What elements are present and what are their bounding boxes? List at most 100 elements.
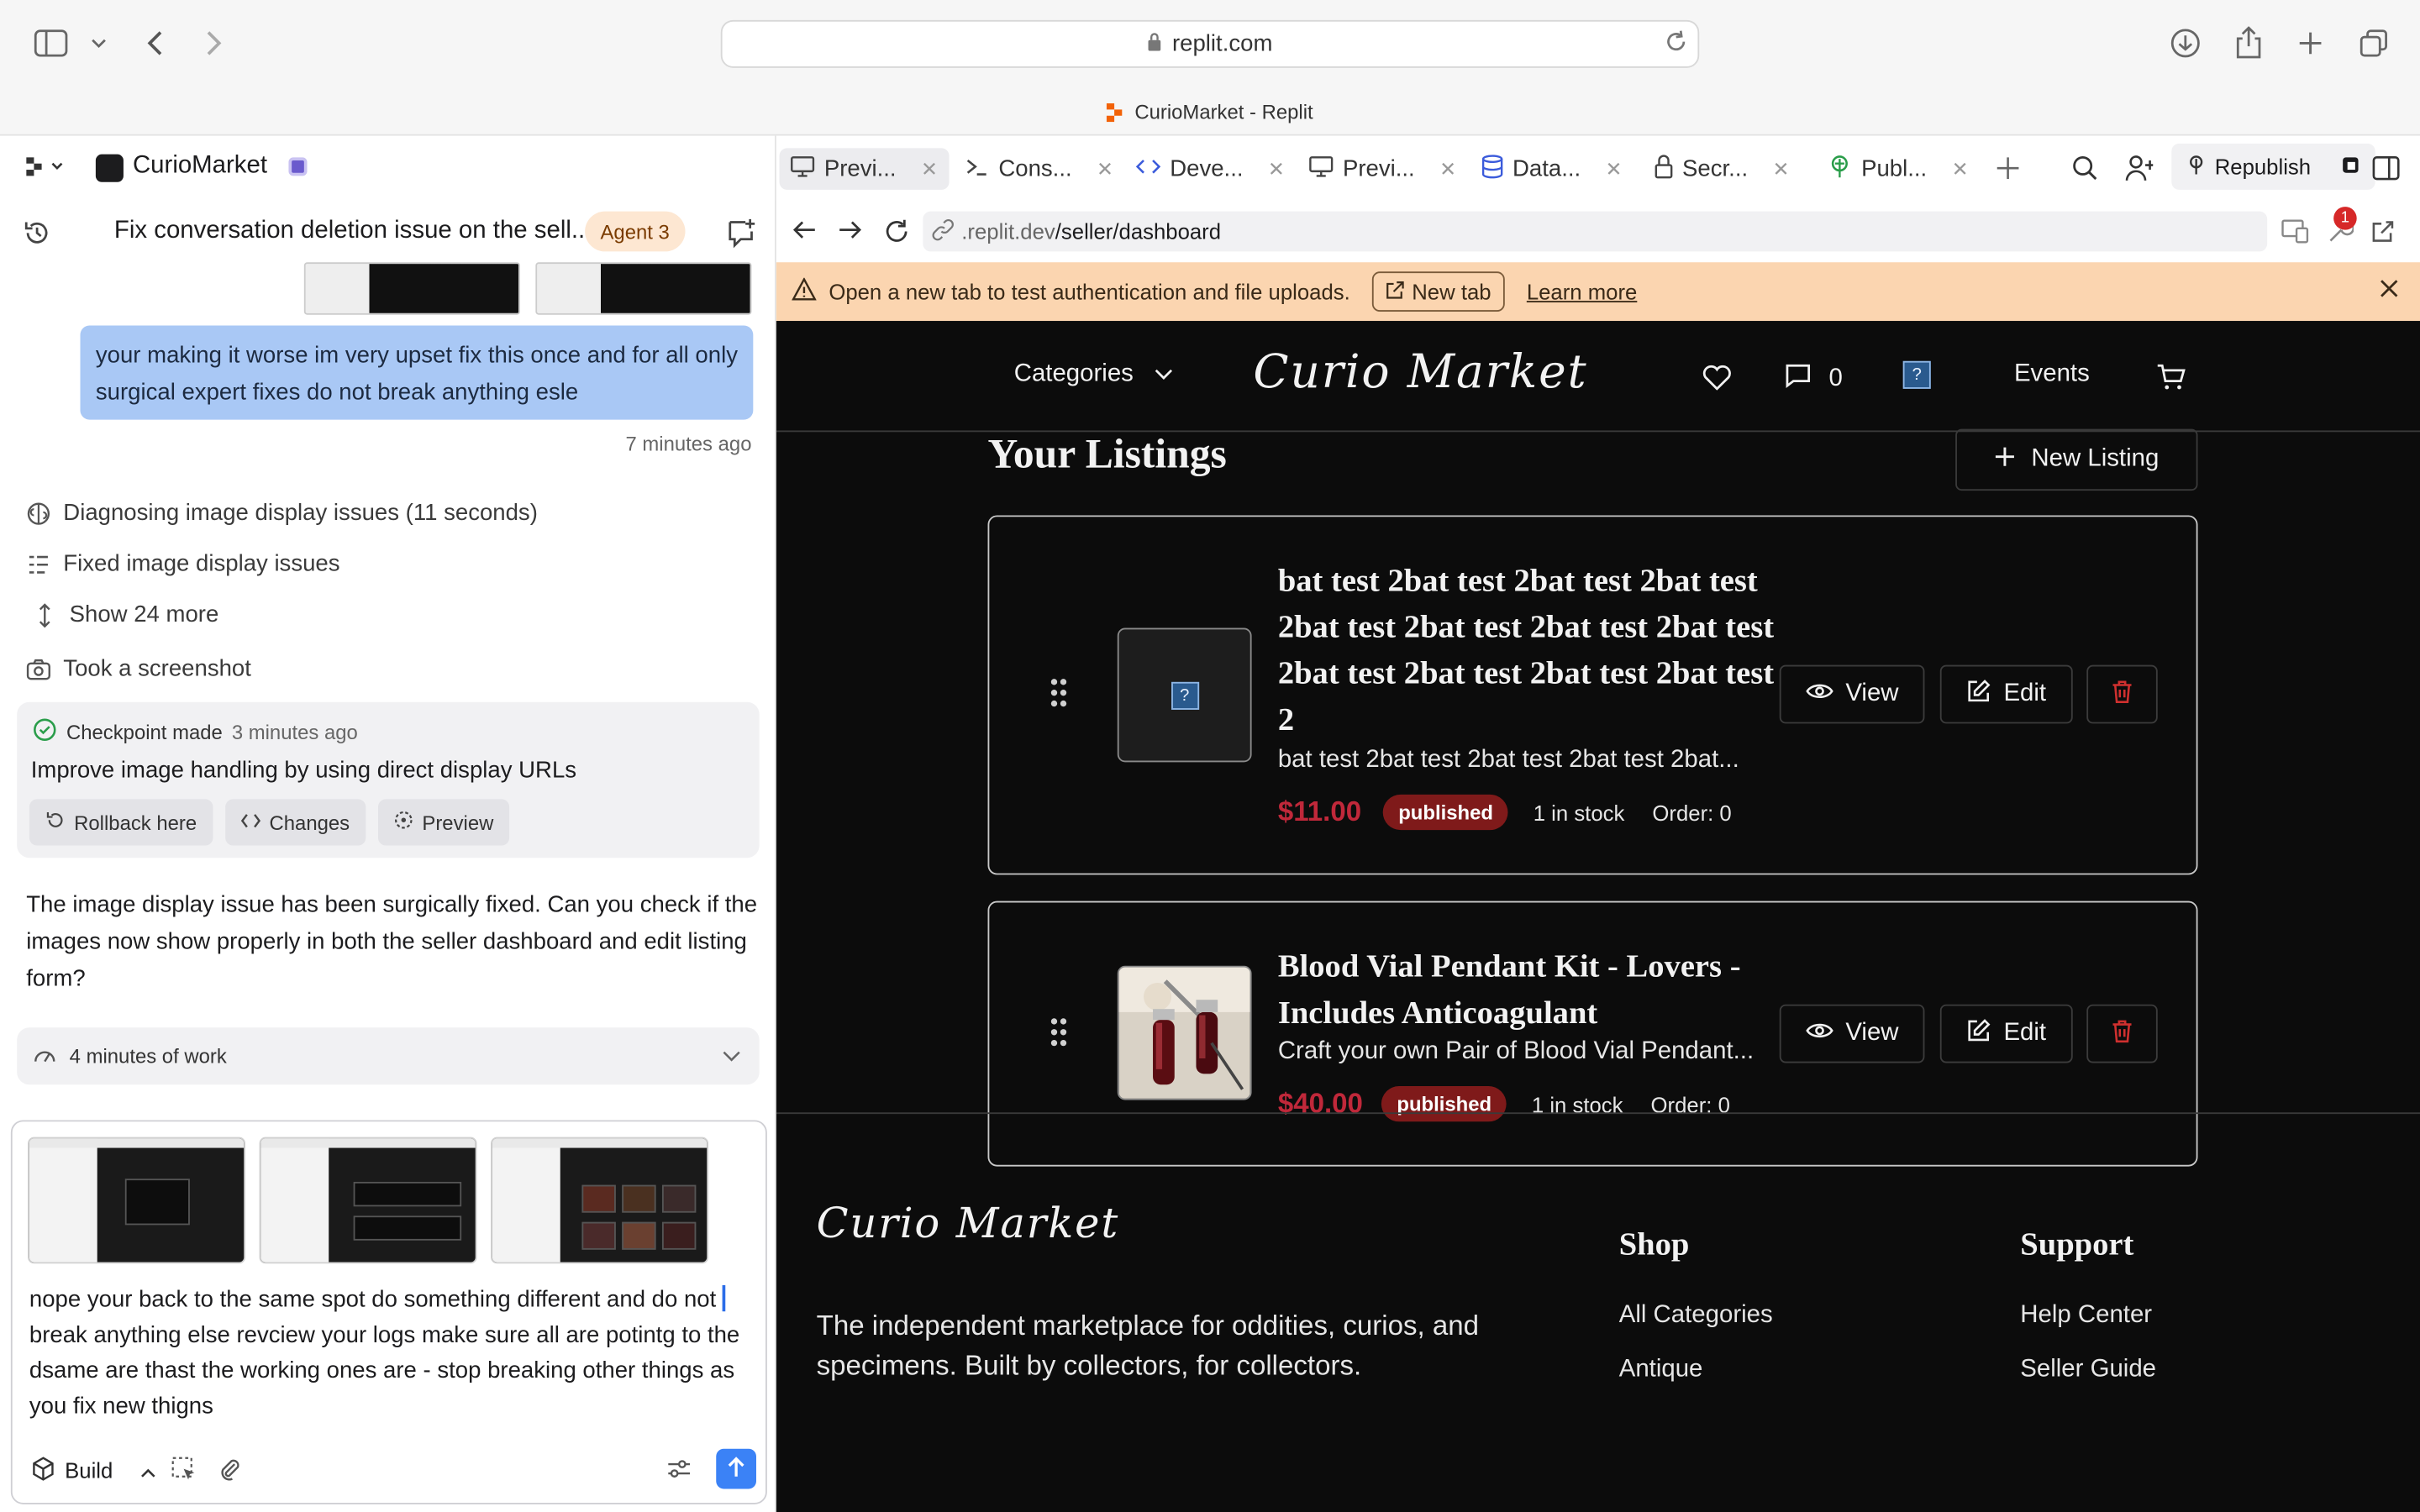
project-avatar (95, 154, 124, 182)
attachment-thumbnail[interactable] (303, 262, 520, 315)
close-icon[interactable]: ✕ (1952, 156, 1969, 181)
rollback-button[interactable]: Rollback here (29, 799, 213, 846)
mode-selector[interactable]: Build (31, 1449, 156, 1492)
edit-button[interactable]: Edit (1939, 664, 2073, 724)
site-logo[interactable]: Curio Market (1253, 345, 1587, 399)
project-name[interactable]: CurioMarket (133, 153, 267, 181)
preview-back-icon[interactable] (792, 219, 816, 245)
delete-button[interactable] (2086, 664, 2158, 724)
messages-link[interactable]: 0 (1784, 363, 1843, 396)
categories-menu[interactable]: Categories (1014, 361, 1174, 389)
new-chat-icon[interactable] (725, 218, 756, 253)
preview-button[interactable]: Preview (377, 799, 509, 846)
listing-thumbnail[interactable] (1117, 965, 1252, 1100)
paperclip-icon[interactable] (218, 1457, 242, 1481)
footer-link-help-center[interactable]: Help Center (2020, 1302, 2152, 1330)
chevron-down-icon[interactable] (81, 24, 118, 61)
step-label: Diagnosing image display issues (11 seco… (63, 500, 538, 527)
footer-link-all-categories[interactable]: All Categories (1619, 1302, 1773, 1330)
close-banner-icon[interactable] (2380, 278, 2398, 302)
download-icon[interactable] (2167, 24, 2204, 61)
search-icon[interactable] (2071, 155, 2099, 182)
invite-user-icon[interactable] (2125, 155, 2154, 182)
close-icon[interactable]: ✕ (1606, 156, 1623, 181)
tab-preview-2[interactable]: Previ... ✕ (1298, 148, 1467, 190)
view-label: View (1845, 1020, 1899, 1047)
view-button[interactable]: View (1779, 664, 1925, 724)
send-button[interactable] (716, 1448, 756, 1489)
share-icon[interactable] (2230, 24, 2267, 61)
learn-more-link[interactable]: Learn more (1527, 279, 1637, 303)
republish-button[interactable]: Republish (2171, 143, 2376, 190)
forward-arrow-icon[interactable] (196, 24, 233, 61)
drag-handle-icon[interactable] (1050, 677, 1068, 712)
preview-url-field[interactable]: .replit.dev/seller/dashboard (923, 211, 2268, 252)
list-icon (26, 552, 50, 576)
delete-button[interactable] (2086, 1004, 2158, 1063)
step-screenshot[interactable]: Took a screenshot (26, 656, 251, 682)
attachment-thumbnail[interactable] (259, 1137, 477, 1264)
close-icon[interactable]: ✕ (921, 156, 938, 181)
tab-overview-icon[interactable] (2355, 24, 2392, 61)
settings-sliders-icon[interactable] (666, 1457, 691, 1481)
open-new-tab-button[interactable]: New tab (1371, 271, 1506, 312)
arrow-up-icon (727, 1456, 745, 1482)
url-domain: .replit.dev (961, 218, 1055, 244)
agent-version-badge[interactable]: Agent 3 (585, 211, 686, 252)
events-link[interactable]: Events (2014, 361, 2090, 389)
footer-link-antique[interactable]: Antique (1619, 1356, 1703, 1383)
chat-title[interactable]: Fix conversation deletion issue on the s… (114, 218, 592, 245)
address-bar[interactable]: replit.com (720, 19, 1700, 68)
changes-button[interactable]: Changes (224, 799, 366, 846)
tab-console[interactable]: Cons... ✕ (954, 148, 1124, 190)
attachment-thumbnail[interactable] (535, 262, 752, 315)
preview-reload-icon[interactable] (883, 218, 911, 250)
close-icon[interactable]: ✕ (1097, 156, 1113, 181)
tab-developer[interactable]: Deve... ✕ (1125, 148, 1296, 190)
composer-input[interactable]: nope your back to the same spot do somet… (29, 1282, 755, 1424)
tab-secrets[interactable]: Secr... ✕ (1644, 148, 1800, 190)
view-button[interactable]: View (1779, 1004, 1925, 1063)
cart-icon[interactable] (2156, 363, 2187, 396)
device-toggle-icon[interactable] (2281, 219, 2309, 249)
reload-icon[interactable] (1664, 29, 1688, 60)
step-fixed[interactable]: Fixed image display issues (26, 551, 340, 577)
text-caret (722, 1285, 726, 1312)
step-label: Show 24 more (69, 601, 219, 628)
checkpoint-actions: Rollback here Changes Preview (29, 799, 509, 846)
drag-handle-icon[interactable] (1050, 1016, 1068, 1052)
preview-forward-icon[interactable] (838, 219, 862, 245)
history-icon[interactable] (22, 218, 53, 253)
new-listing-button[interactable]: New Listing (1955, 428, 2198, 491)
workspace-menu-icon[interactable] (26, 156, 66, 182)
attachment-thumbnail[interactable] (491, 1137, 709, 1264)
show-more-steps[interactable]: Show 24 more (33, 601, 219, 628)
sidebar-toggle-icon[interactable] (33, 24, 70, 61)
attachment-thumbnail[interactable] (28, 1137, 246, 1264)
footer-link-seller-guide[interactable]: Seller Guide (2020, 1356, 2156, 1383)
stock-count: 1 in stock (1533, 800, 1625, 825)
work-summary-toggle[interactable]: 4 minutes of work (17, 1027, 760, 1085)
tab-preview[interactable]: Previ... ✕ (779, 148, 949, 190)
pendant-photo (1118, 967, 1250, 1099)
heart-icon[interactable] (1702, 364, 1732, 395)
panel-layout-icon[interactable] (2372, 155, 2400, 182)
select-element-icon[interactable] (171, 1457, 196, 1481)
close-icon[interactable]: ✕ (1439, 156, 1456, 181)
message-composer[interactable]: nope your back to the same spot do somet… (10, 1120, 767, 1504)
new-tab-plus-icon[interactable] (2292, 24, 2329, 61)
tab-database[interactable]: Data... ✕ (1470, 148, 1633, 190)
close-icon[interactable]: ✕ (1773, 156, 1790, 181)
close-icon[interactable]: ✕ (1268, 156, 1285, 181)
back-arrow-icon[interactable] (136, 24, 173, 61)
listing-title: bat test 2bat test 2bat test 2bat test 2… (1277, 561, 1775, 738)
open-external-icon[interactable] (2370, 219, 2395, 249)
listing-thumbnail[interactable]: ? (1117, 627, 1252, 763)
user-avatar-icon[interactable]: ? (1902, 360, 1931, 389)
tab-publishing[interactable]: Publ... ✕ (1817, 148, 1980, 190)
screen-root: replit.com CurioMarket - Replit CurioMar… (0, 0, 2420, 1512)
step-diagnosing[interactable]: Diagnosing image display issues (11 seco… (26, 500, 538, 526)
site-preview: Categories Curio Market 0 ? Events Your … (776, 321, 2420, 1512)
add-tab-icon[interactable] (1994, 155, 2022, 182)
edit-button[interactable]: Edit (1939, 1004, 2073, 1063)
